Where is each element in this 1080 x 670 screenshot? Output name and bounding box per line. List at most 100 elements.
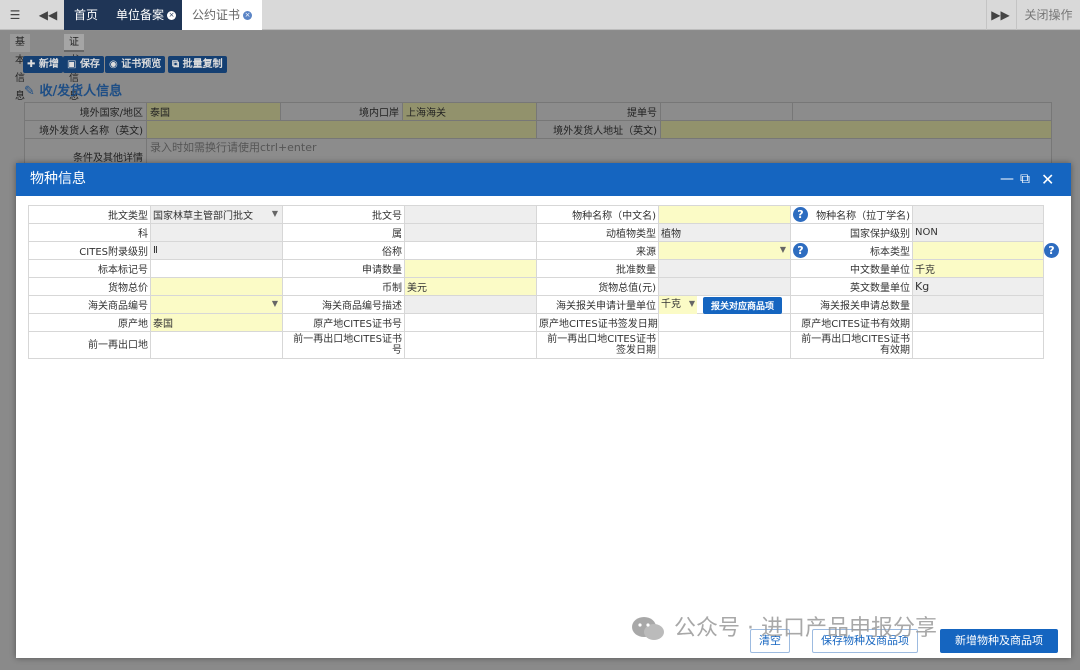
origin-cites-no-field[interactable]: [404, 313, 537, 332]
tab-unit-record[interactable]: 单位备案 ×: [106, 0, 187, 30]
origin-field[interactable]: 泰国: [150, 313, 283, 332]
batch-copy-button[interactable]: ⧉ 批量复制: [168, 56, 227, 73]
close-icon[interactable]: ×: [167, 11, 177, 20]
add-species-button[interactable]: 新增物种及商品项: [940, 629, 1058, 653]
dialog-title: 物种信息: [30, 171, 86, 187]
close-icon[interactable]: ×: [243, 11, 253, 20]
organism-type-field[interactable]: 植物: [658, 223, 791, 242]
hs-code-select[interactable]: ▼: [150, 295, 283, 314]
protection-level-field[interactable]: NON: [912, 223, 1044, 242]
country-label: 境外国家/地区: [24, 102, 147, 121]
sender-addr-field[interactable]: [660, 120, 1052, 139]
total-value-field[interactable]: [658, 277, 791, 296]
species-latin-field[interactable]: [912, 205, 1044, 224]
prev-reexport-cites-date-label: 前一再出口地CITES证书签发日期: [536, 331, 659, 359]
approval-no-label: 批文号: [282, 205, 405, 224]
menu-icon[interactable]: ☰: [0, 0, 30, 30]
species-latin-label: ? 物种名称（拉丁学名): [790, 205, 913, 224]
family-field[interactable]: [150, 223, 283, 242]
scroll-left-icon[interactable]: ◀◀: [34, 0, 62, 30]
en-unit-label: 英文数量单位: [790, 277, 913, 296]
tab-cites-label: 公约证书: [192, 8, 241, 22]
species-latin-text: 物种名称（拉丁学名): [816, 211, 910, 222]
prev-reexport-cites-no-label: 前一再出口地CITES证书号: [282, 331, 405, 359]
apply-qty-label: 申请数量: [282, 259, 405, 278]
tab-home[interactable]: 首页: [64, 0, 109, 30]
apply-qty-field[interactable]: [404, 259, 537, 278]
dialog-header: 物种信息 — ⧉ ✕: [16, 163, 1071, 196]
organism-type-label: 动植物类型: [536, 223, 659, 242]
hs-code-label: 海关商品编号: [28, 295, 151, 314]
scroll-right-icon[interactable]: ▶▶: [986, 0, 1014, 30]
cites-appendix-field[interactable]: Ⅱ: [150, 241, 283, 260]
customs-unit-cell: 千克 ▼ 报关对应商品项: [658, 295, 791, 314]
species-cn-label: 物种名称（中文名): [536, 205, 659, 224]
hs-desc-field[interactable]: [404, 295, 537, 314]
cn-unit-field[interactable]: 千克: [912, 259, 1044, 278]
customs-unit-select[interactable]: 千克 ▼: [659, 296, 697, 314]
country-field[interactable]: 泰国: [146, 102, 281, 121]
subtab-cert[interactable]: 证书信息: [64, 34, 84, 102]
total-price-field[interactable]: [150, 277, 283, 296]
common-name-label: 俗称: [282, 241, 405, 260]
total-price-label: 货物总价: [28, 277, 151, 296]
en-unit-field[interactable]: Kg: [912, 277, 1044, 296]
origin-cites-valid-label: 原产地CITES证书有效期: [790, 313, 913, 332]
currency-field[interactable]: 美元: [404, 277, 537, 296]
prev-reexport-cites-valid-field[interactable]: [912, 331, 1044, 359]
watermark: 公众号 · 进口产品申报分享: [630, 610, 937, 643]
tab-home-label: 首页: [74, 8, 99, 22]
save-label: 保存: [79, 59, 100, 70]
help-icon[interactable]: ?: [793, 243, 808, 258]
cites-appendix-label: CITES附录级别: [28, 241, 151, 260]
origin-cites-no-label: 原产地CITES证书号: [282, 313, 405, 332]
specimen-mark-label: 标本标记号: [28, 259, 151, 278]
source-select[interactable]: ▼: [658, 241, 791, 260]
origin-cites-valid-field[interactable]: [912, 313, 1044, 332]
customs-total-qty-field[interactable]: [912, 295, 1044, 314]
specimen-type-field[interactable]: ?: [912, 241, 1059, 260]
common-name-field[interactable]: [404, 241, 537, 260]
section-title-text: 收/发货人信息: [39, 84, 123, 99]
bill-field[interactable]: [660, 102, 793, 121]
save-button[interactable]: ▣ 保存: [63, 56, 104, 73]
approval-type-select[interactable]: 国家林草主管部门批文 ▼: [150, 205, 283, 224]
conditions-field[interactable]: 录入时如需换行请使用ctrl+enter: [146, 138, 1052, 165]
species-cn-field[interactable]: [658, 205, 791, 224]
specimen-mark-field[interactable]: [150, 259, 283, 278]
help-icon[interactable]: ?: [1044, 243, 1059, 258]
sender-name-label: 境外发货人名称（英文): [24, 120, 147, 139]
close-icon[interactable]: ✕: [1041, 163, 1054, 196]
approved-qty-field[interactable]: [658, 259, 791, 278]
section-title: ✎ 收/发货人信息: [24, 80, 122, 99]
maximize-icon[interactable]: ⧉: [1020, 163, 1030, 196]
match-commodity-button[interactable]: 报关对应商品项: [703, 297, 783, 314]
port-field[interactable]: 上海海关: [402, 102, 537, 121]
prev-reexport-cites-no-field[interactable]: [404, 331, 537, 359]
sender-name-field[interactable]: [146, 120, 537, 139]
help-icon[interactable]: ?: [793, 207, 808, 222]
protection-level-label: 国家保护级别: [790, 223, 913, 242]
prev-reexport-cites-valid-label: 前一再出口地CITES证书有效期: [790, 331, 913, 359]
preview-button[interactable]: ◉ 证书预览: [105, 56, 166, 73]
origin-cites-date-field[interactable]: [658, 313, 791, 332]
bill-label: 提单号: [536, 102, 661, 121]
hs-desc-label: 海关商品编号描述: [282, 295, 405, 314]
prev-reexport-cites-date-field[interactable]: [658, 331, 791, 359]
tab-cites-cert[interactable]: 公约证书 ×: [182, 0, 263, 30]
chevron-down-icon: ▼: [688, 299, 695, 308]
close-operations-button[interactable]: 关闭操作: [1016, 0, 1080, 30]
family-label: 科: [28, 223, 151, 242]
genus-field[interactable]: [404, 223, 537, 242]
subtab-basic[interactable]: 基本信息: [10, 34, 30, 102]
chevron-down-icon: ▼: [779, 245, 786, 254]
empty-cell: [792, 102, 1052, 121]
prev-reexport-label: 前一再出口地: [28, 331, 151, 359]
minimize-icon[interactable]: —: [1000, 163, 1014, 196]
sender-addr-label: 境外发货人地址（英文): [536, 120, 661, 139]
species-form: 批文类型 国家林草主管部门批文 ▼ 批文号 物种名称（中文名) ? 物种名称（拉丁学…: [28, 205, 1059, 359]
prev-reexport-field[interactable]: [150, 331, 283, 359]
approval-type-value: 国家林草主管部门批文: [153, 211, 253, 222]
approval-no-field[interactable]: [404, 205, 537, 224]
add-button[interactable]: ✚ 新增: [23, 56, 63, 73]
